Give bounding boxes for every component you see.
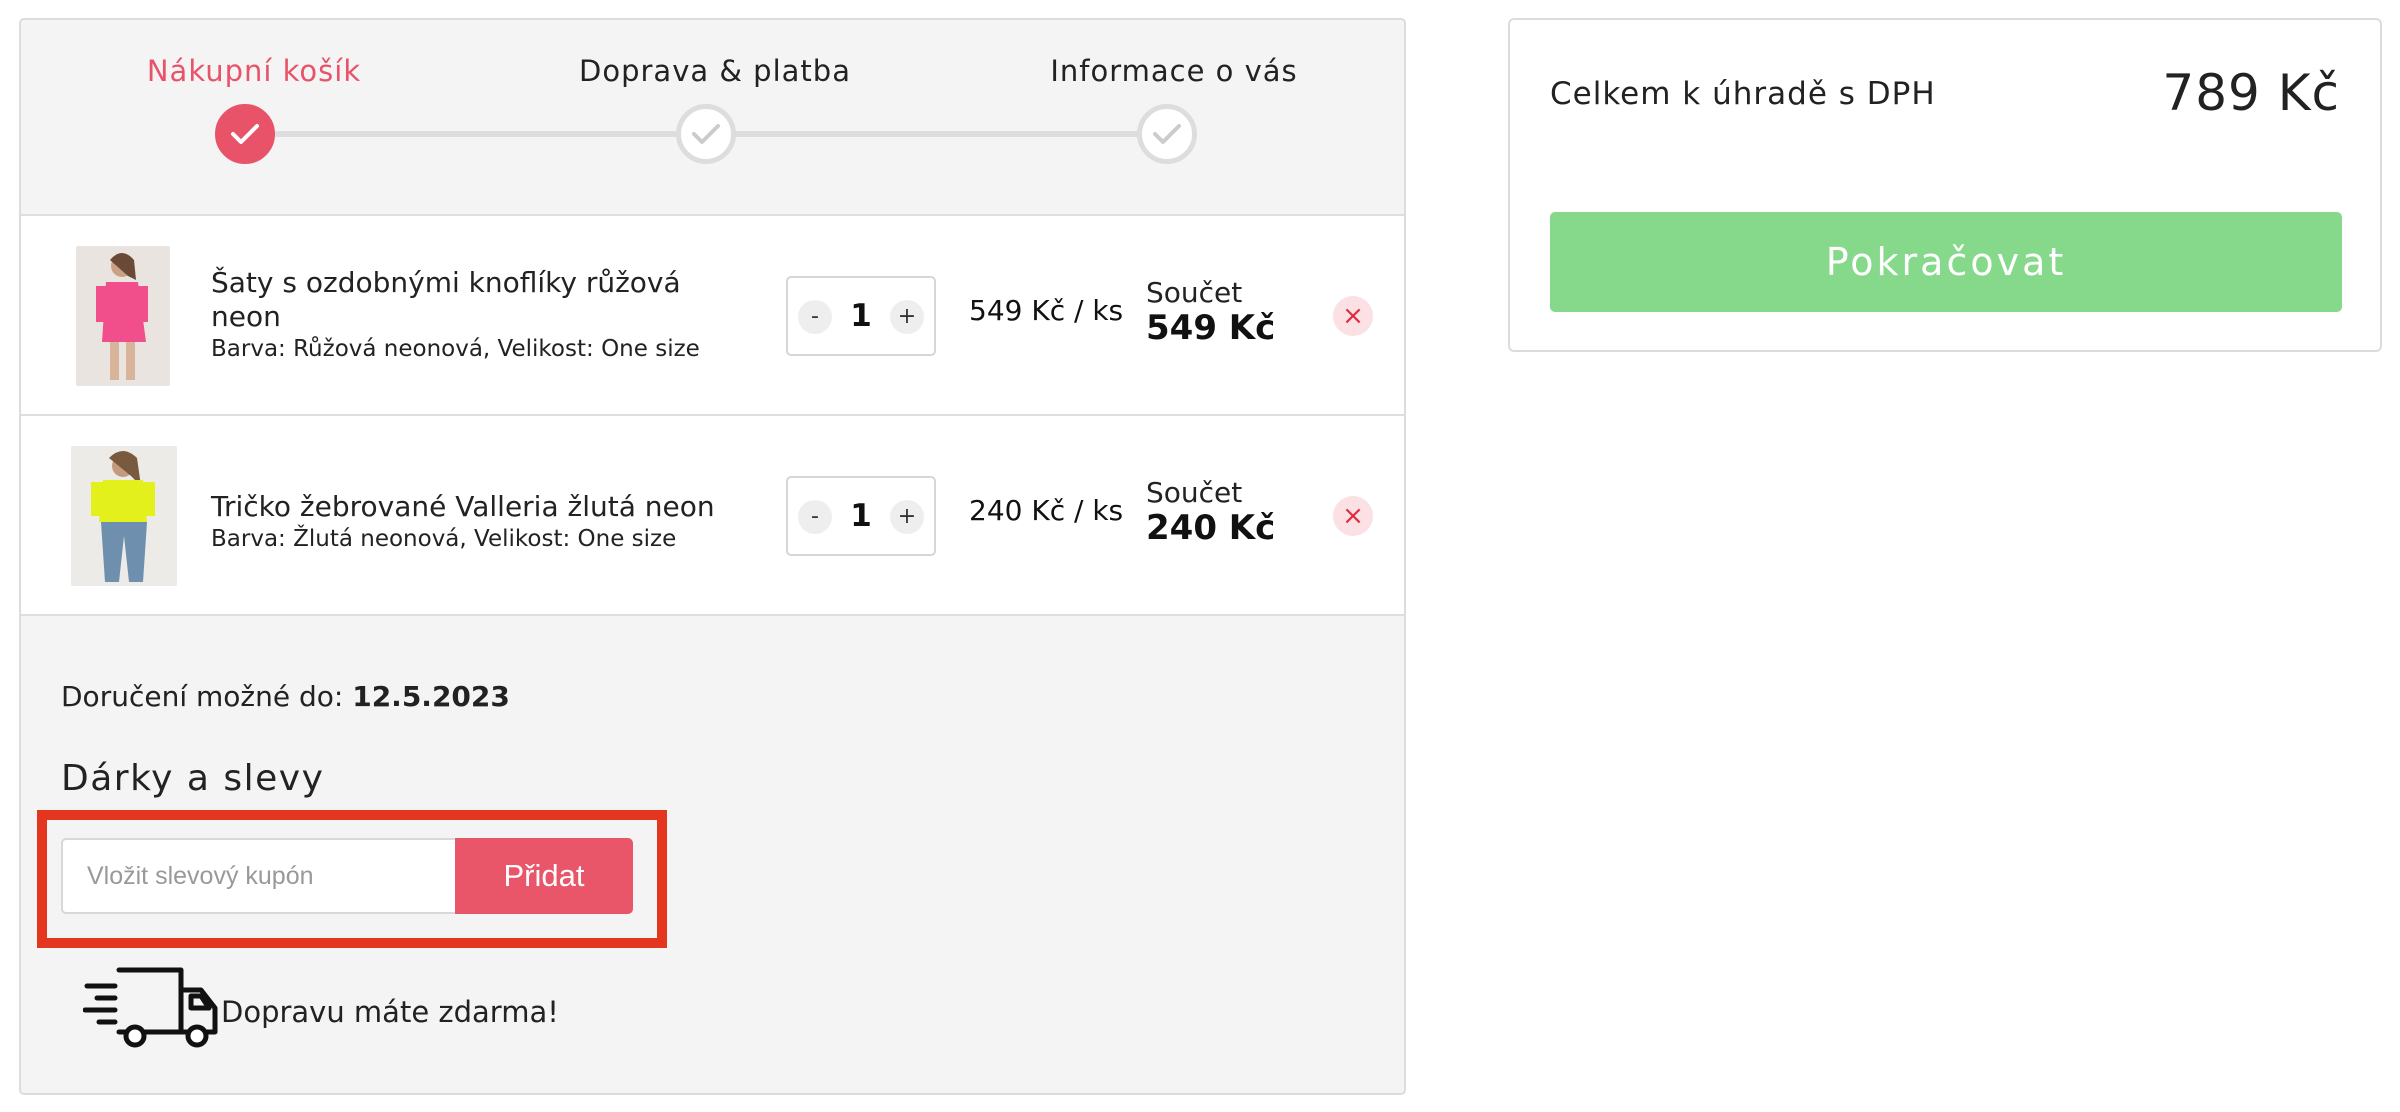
gifts-heading: Dárky a slevy — [61, 758, 325, 799]
cart-item-row: Šaty s ozdobnými knoflíky růžová neon Ba… — [21, 214, 1404, 414]
sum-label: Součet — [1146, 276, 1243, 309]
step-cart-check-icon[interactable] — [215, 104, 275, 164]
qty-increase-button[interactable]: + — [890, 500, 924, 534]
checkout-steps: Nákupní košík Doprava & platba Informace… — [21, 20, 1404, 214]
quantity-stepper: - 1 + — [786, 476, 936, 556]
cart-item-row: Tričko žebrované Valleria žlutá neon Bar… — [21, 414, 1404, 616]
product-thumbnail[interactable] — [71, 446, 177, 586]
product-name[interactable]: Šaty s ozdobnými knoflíky růžová neon — [211, 266, 731, 334]
remove-item-close-icon[interactable]: × — [1333, 296, 1373, 336]
product-attributes: Barva: Žlutá neonová, Velikost: One size — [211, 526, 677, 552]
step-shipping-label[interactable]: Doprava & platba — [579, 54, 851, 88]
step-cart-label[interactable]: Nákupní košík — [147, 54, 361, 88]
delivery-date: Doručení možné do: 12.5.2023 — [61, 680, 510, 713]
free-shipping-text: Dopravu máte zdarma! — [221, 995, 559, 1029]
total-label: Celkem k úhradě s DPH — [1550, 76, 1936, 112]
sum-label: Součet — [1146, 476, 1243, 509]
qty-increase-button[interactable]: + — [890, 300, 924, 334]
add-coupon-button[interactable]: Přidat — [455, 838, 633, 914]
step-info-check-icon[interactable] — [1137, 104, 1197, 164]
unit-price: 240 Kč / ks — [969, 494, 1124, 527]
step-info-label[interactable]: Informace o vás — [1050, 54, 1297, 88]
unit-price: 549 Kč / ks — [969, 294, 1124, 327]
total-value: 789 Kč — [2162, 64, 2340, 122]
cart-panel: Nákupní košík Doprava & platba Informace… — [19, 18, 1406, 1095]
product-attributes: Barva: Růžová neonová, Velikost: One siz… — [211, 336, 700, 362]
quantity-stepper: - 1 + — [786, 276, 936, 356]
delivery-date-value: 12.5.2023 — [352, 680, 510, 713]
delivery-label: Doručení možné do: — [61, 680, 353, 713]
sum-value: 549 Kč — [1146, 308, 1276, 348]
product-thumbnail[interactable] — [76, 246, 170, 386]
coupon-input[interactable] — [61, 838, 457, 914]
sum-value: 240 Kč — [1146, 508, 1276, 548]
product-name[interactable]: Tričko žebrované Valleria žlutá neon — [211, 490, 731, 524]
continue-button[interactable]: Pokračovat — [1550, 212, 2342, 312]
order-summary: Celkem k úhradě s DPH 789 Kč Pokračovat — [1508, 18, 2382, 352]
remove-item-close-icon[interactable]: × — [1333, 496, 1373, 536]
delivery-truck-icon — [82, 960, 223, 1056]
step-shipping-check-icon[interactable] — [676, 104, 736, 164]
